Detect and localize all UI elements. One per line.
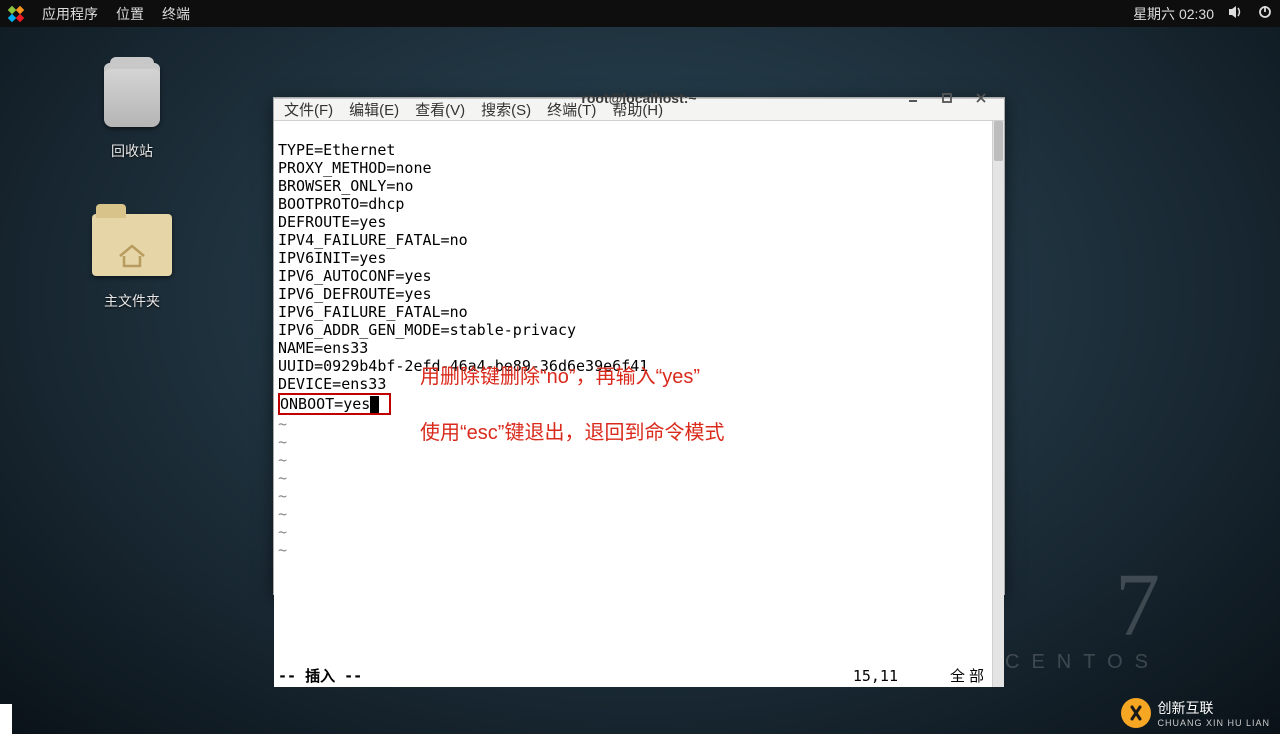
term-line: DEFROUTE=yes <box>278 213 386 231</box>
term-line: IPV6_DEFROUTE=yes <box>278 285 432 303</box>
scrollbar[interactable] <box>992 121 1004 687</box>
watermark-text-py: CHUANG XIN HU LIAN <box>1157 718 1270 728</box>
clock[interactable]: 星期六 02:30 <box>1133 4 1214 24</box>
term-line: TYPE=Ethernet <box>278 141 395 159</box>
term-line: IPV4_FAILURE_FATAL=no <box>278 231 468 249</box>
vim-tilde: ~ <box>278 415 287 433</box>
power-icon[interactable] <box>1258 5 1272 22</box>
term-line: IPV6_AUTOCONF=yes <box>278 267 432 285</box>
distro-icon <box>8 6 24 22</box>
term-line: IPV6INIT=yes <box>278 249 386 267</box>
terminal-window: root@localhost:~ 文件(F) 编辑(E) 查看(V) 搜索(S)… <box>273 97 1005 595</box>
scrollbar-thumb[interactable] <box>994 121 1003 161</box>
menu-places[interactable]: 位置 <box>116 4 144 24</box>
trash-label: 回收站 <box>72 141 192 161</box>
term-line: NAME=ens33 <box>278 339 368 357</box>
vim-mode: -- 插入 -- <box>278 667 362 685</box>
home-label: 主文件夹 <box>72 291 192 311</box>
folder-icon <box>92 214 172 276</box>
vim-percent: 全部 <box>950 667 988 685</box>
top-panel-left: 应用程序 位置 终端 <box>8 4 190 24</box>
vim-tilde: ~ <box>278 523 287 541</box>
window-title: root@localhost:~ <box>274 90 1004 106</box>
annotation-2: 使用“esc”键退出，退回到命令模式 <box>420 424 724 442</box>
top-panel: 应用程序 位置 终端 星期六 02:30 <box>0 0 1280 27</box>
terminal-content[interactable]: TYPE=Ethernet PROXY_METHOD=none BROWSER_… <box>274 121 1004 687</box>
highlighted-line: ONBOOT=yes <box>278 393 391 415</box>
vim-tilde: ~ <box>278 451 287 469</box>
vim-tilde: ~ <box>278 469 287 487</box>
term-line: DEVICE=ens33 <box>278 375 386 393</box>
vim-tilde: ~ <box>278 541 287 559</box>
vim-tilde: ~ <box>278 505 287 523</box>
term-line: BROWSER_ONLY=no <box>278 177 413 195</box>
vim-tilde: ~ <box>278 487 287 505</box>
centos-name: CENTOS <box>1005 651 1160 674</box>
bottom-edge <box>0 704 12 734</box>
vim-status-line: -- 插入 -- 15,11 全部 <box>278 667 988 685</box>
centos-branding: 7 CENTOS <box>1005 561 1160 674</box>
top-panel-right: 星期六 02:30 <box>1133 4 1272 24</box>
term-line: IPV6_ADDR_GEN_MODE=stable-privacy <box>278 321 576 339</box>
desktop-trash[interactable]: 回收站 <box>72 55 192 161</box>
watermark-text-cn: 创新互联 <box>1157 698 1270 718</box>
desktop-home[interactable]: 主文件夹 <box>72 205 192 311</box>
maximize-button[interactable] <box>930 87 964 109</box>
watermark-logo-icon <box>1121 698 1151 728</box>
volume-icon[interactable] <box>1228 5 1244 22</box>
term-line: IPV6_FAILURE_FATAL=no <box>278 303 468 321</box>
centos-version: 7 <box>1005 561 1160 651</box>
watermark: 创新互联 CHUANG XIN HU LIAN <box>1121 698 1270 728</box>
trash-icon <box>104 63 160 127</box>
menu-terminal[interactable]: 终端 <box>162 4 190 24</box>
vim-tilde: ~ <box>278 433 287 451</box>
minimize-button[interactable] <box>896 87 930 109</box>
term-line: PROXY_METHOD=none <box>278 159 432 177</box>
titlebar[interactable]: root@localhost:~ <box>274 98 1004 99</box>
annotation-1: 用删除键删除“no”，再输入“yes” <box>420 368 700 386</box>
term-line: BOOTPROTO=dhcp <box>278 195 404 213</box>
cursor <box>370 396 379 413</box>
close-button[interactable] <box>964 87 998 109</box>
menu-applications[interactable]: 应用程序 <box>42 4 98 24</box>
